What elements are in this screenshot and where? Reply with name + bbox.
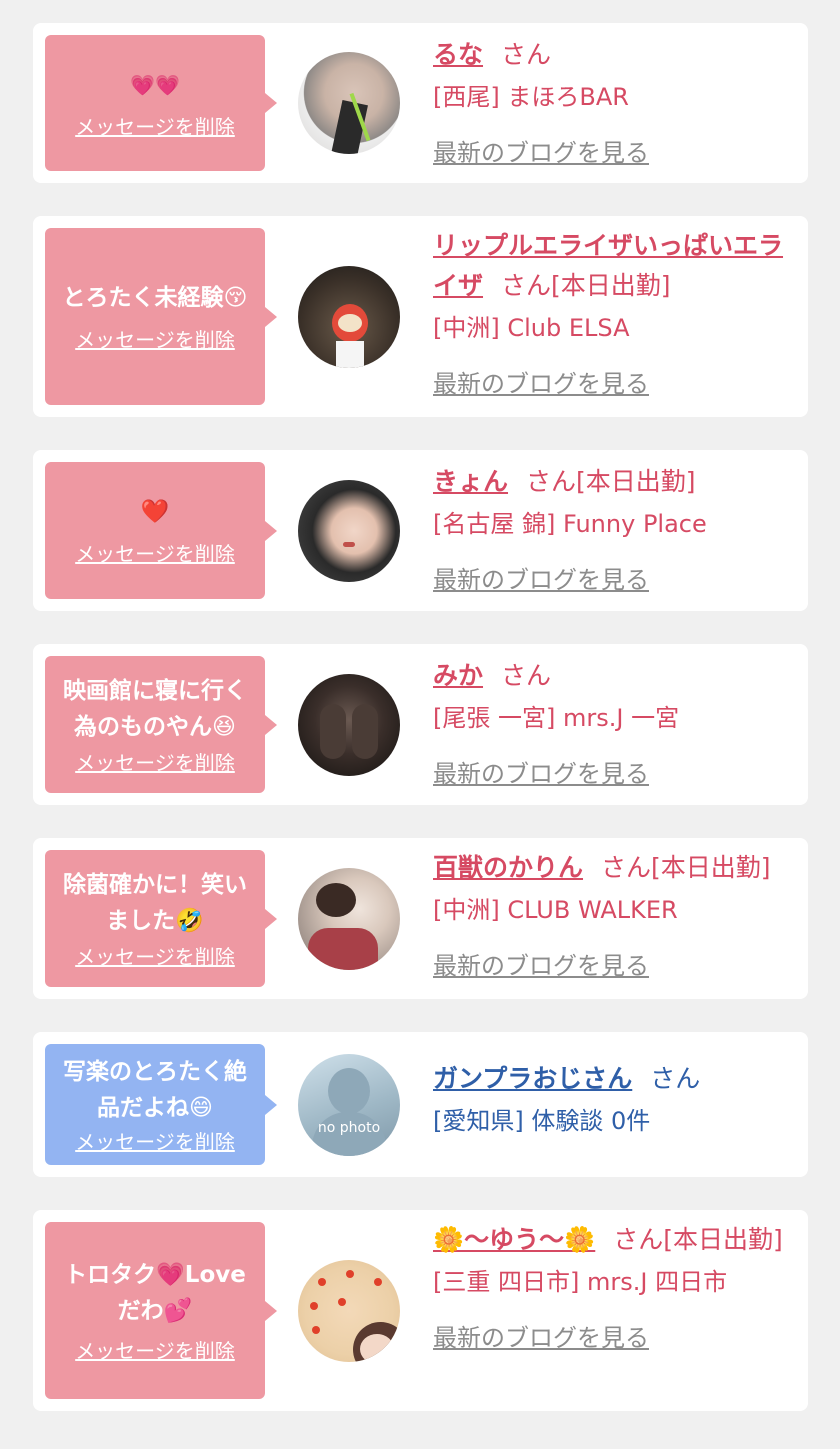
message-text: 写楽のとろたく絶品だよね😄 <box>63 1059 247 1121</box>
shop-label: [名古屋 錦] Funny Place <box>433 510 707 538</box>
message-card: とろたく未経験😚 メッセージを削除 リップルエライザいっぱいエライザ さん[本日出… <box>33 216 808 417</box>
message-bubble: 💗💗 メッセージを削除 <box>45 35 277 171</box>
message-bubble: 写楽のとろたく絶品だよね😄 メッセージを削除 <box>45 1044 277 1165</box>
name-suffix: さん[本日出勤] <box>501 271 671 300</box>
message-card: ❤️ メッセージを削除 きょん さん[本日出勤] [名古屋 錦] Funny Pl… <box>33 450 808 611</box>
shop-label: [尾張 一宮] mrs.J 一宮 <box>433 704 680 732</box>
shop-label: [中洲] Club ELSA <box>433 314 630 342</box>
message-bubble: ❤️ メッセージを削除 <box>45 462 277 599</box>
message-bubble: 除菌確かに！笑いました🤣 メッセージを削除 <box>45 850 277 987</box>
cast-name-link[interactable]: るな <box>433 40 483 69</box>
avatar[interactable] <box>298 266 400 368</box>
avatar[interactable] <box>298 1260 400 1362</box>
delete-message-link[interactable]: メッセージを削除 <box>75 1335 235 1364</box>
cast-name-link[interactable]: きょん <box>433 467 508 496</box>
message-text: 除菌確かに！笑いました🤣 <box>63 872 247 934</box>
blog-link[interactable]: 最新のブログを見る <box>433 560 649 595</box>
avatar[interactable]: no photo <box>298 1054 400 1156</box>
avatar[interactable] <box>298 868 400 970</box>
name-suffix: さん[本日出勤] <box>526 467 696 496</box>
message-card: トロタク💗Loveだわ💕 メッセージを削除 🌼〜ゆう〜🌼 さん[本日出勤] [三重… <box>33 1210 808 1411</box>
card-info: 🌼〜ゆう〜🌼 さん[本日出勤] [三重 四日市] mrs.J 四日市 最新のブログ… <box>433 1220 793 1353</box>
blog-link[interactable]: 最新のブログを見る <box>433 754 649 789</box>
delete-message-link[interactable]: メッセージを削除 <box>75 747 235 776</box>
shop-label: [愛知県] 体験談 0件 <box>433 1107 651 1135</box>
delete-message-link[interactable]: メッセージを削除 <box>75 941 235 970</box>
message-bubble: トロタク💗Loveだわ💕 メッセージを削除 <box>45 1222 277 1399</box>
message-card: 除菌確かに！笑いました🤣 メッセージを削除 百獣のかりん さん[本日出勤] [中洲… <box>33 838 808 999</box>
avatar[interactable] <box>298 674 400 776</box>
name-suffix: さん <box>501 40 552 69</box>
delete-message-link[interactable]: メッセージを削除 <box>75 324 235 353</box>
cast-name-link[interactable]: 🌼〜ゆう〜🌼 <box>433 1225 595 1254</box>
blog-link[interactable]: 最新のブログを見る <box>433 133 649 168</box>
delete-message-link[interactable]: メッセージを削除 <box>75 111 235 140</box>
message-text: 💗💗 <box>130 72 180 97</box>
blog-link[interactable]: 最新のブログを見る <box>433 946 649 981</box>
shop-label: [中洲] CLUB WALKER <box>433 896 678 924</box>
blog-link[interactable]: 最新のブログを見る <box>433 1318 649 1353</box>
cast-name-link[interactable]: みか <box>433 661 483 690</box>
message-card: 💗💗 メッセージを削除 るな さん [西尾] まほろBAR 最新のブログを見る <box>33 23 808 183</box>
message-card: 写楽のとろたく絶品だよね😄 メッセージを削除 no photo ガンプラおじさん… <box>33 1032 808 1177</box>
delete-message-link[interactable]: メッセージを削除 <box>75 1126 235 1155</box>
cast-name-link[interactable]: ガンプラおじさん <box>433 1064 632 1093</box>
message-text: 映画館に寝に行く為のものやん😆 <box>63 678 247 740</box>
card-info: リップルエライザいっぱいエライザ さん[本日出勤] [中洲] Club ELSA … <box>433 226 793 399</box>
name-suffix: さん[本日出勤] <box>601 853 771 882</box>
name-suffix: さん[本日出勤] <box>613 1225 783 1254</box>
message-bubble: とろたく未経験😚 メッセージを削除 <box>45 228 277 405</box>
name-suffix: さん <box>650 1064 701 1093</box>
card-info: きょん さん[本日出勤] [名古屋 錦] Funny Place 最新のブログを見… <box>433 462 793 595</box>
card-info: 百獣のかりん さん[本日出勤] [中洲] CLUB WALKER 最新のブログを見… <box>433 848 803 981</box>
message-text: ❤️ <box>140 499 170 525</box>
message-text: トロタク💗Loveだわ💕 <box>64 1262 246 1324</box>
message-bubble: 映画館に寝に行く為のものやん😆 メッセージを削除 <box>45 656 277 793</box>
no-photo-label: no photo <box>317 1120 381 1136</box>
delete-message-link[interactable]: メッセージを削除 <box>75 538 235 567</box>
blog-link[interactable]: 最新のブログを見る <box>433 364 649 399</box>
card-info: るな さん [西尾] まほろBAR 最新のブログを見る <box>433 35 793 168</box>
card-info: ガンプラおじさん さん [愛知県] 体験談 0件 <box>433 1059 793 1141</box>
shop-label: [三重 四日市] mrs.J 四日市 <box>433 1268 728 1296</box>
message-text: とろたく未経験😚 <box>62 285 248 311</box>
message-card: 映画館に寝に行く為のものやん😆 メッセージを削除 みか さん [尾張 一宮] mr… <box>33 644 808 805</box>
avatar[interactable] <box>298 480 400 582</box>
cast-name-link[interactable]: 百獣のかりん <box>433 853 583 882</box>
shop-label: [西尾] まほろBAR <box>433 83 629 111</box>
name-suffix: さん <box>501 661 552 690</box>
avatar[interactable] <box>298 52 400 154</box>
card-info: みか さん [尾張 一宮] mrs.J 一宮 最新のブログを見る <box>433 656 793 789</box>
